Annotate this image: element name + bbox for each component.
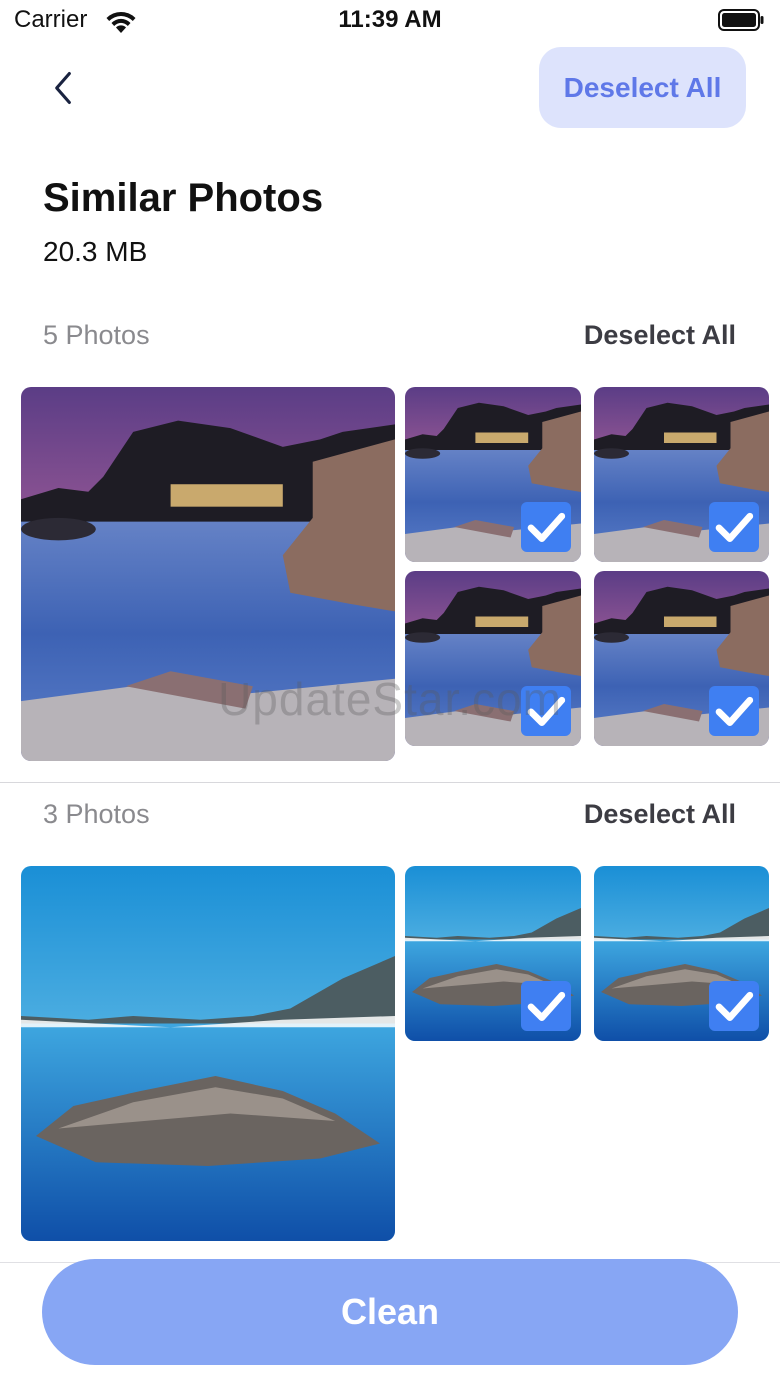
photo-thumbnail[interactable] xyxy=(405,387,581,562)
page-title: Similar Photos xyxy=(43,176,324,220)
deselect-all-button[interactable]: Deselect All xyxy=(539,47,746,128)
photo-thumbnail[interactable] xyxy=(405,866,581,1041)
photo-image xyxy=(21,387,395,761)
battery-icon xyxy=(718,9,764,31)
photo-thumbnail[interactable] xyxy=(21,866,395,1241)
checkbox-checked-icon[interactable] xyxy=(709,502,759,552)
photo-thumbnail[interactable] xyxy=(405,571,581,746)
checkbox-checked-icon[interactable] xyxy=(521,981,571,1031)
photo-thumbnail[interactable] xyxy=(21,387,395,761)
photo-thumbnail[interactable] xyxy=(594,866,769,1041)
checkbox-checked-icon[interactable] xyxy=(709,686,759,736)
group-count-label: 5 Photos xyxy=(43,320,150,350)
group-deselect-all-button[interactable]: Deselect All xyxy=(584,799,736,830)
group-count-label: 3 Photos xyxy=(43,799,150,829)
group-deselect-all-button[interactable]: Deselect All xyxy=(584,320,736,351)
chevron-left-icon xyxy=(55,72,71,104)
total-size: 20.3 MB xyxy=(43,236,148,267)
clean-button[interactable]: Clean xyxy=(42,1259,738,1365)
checkbox-checked-icon[interactable] xyxy=(521,686,571,736)
back-button[interactable] xyxy=(38,60,88,116)
status-time: 11:39 AM xyxy=(338,6,442,33)
checkbox-checked-icon[interactable] xyxy=(709,981,759,1031)
photo-thumbnail[interactable] xyxy=(594,387,769,562)
checkbox-checked-icon[interactable] xyxy=(521,502,571,552)
photo-image xyxy=(21,866,395,1241)
photo-thumbnail[interactable] xyxy=(594,571,769,746)
group-divider xyxy=(0,782,780,783)
